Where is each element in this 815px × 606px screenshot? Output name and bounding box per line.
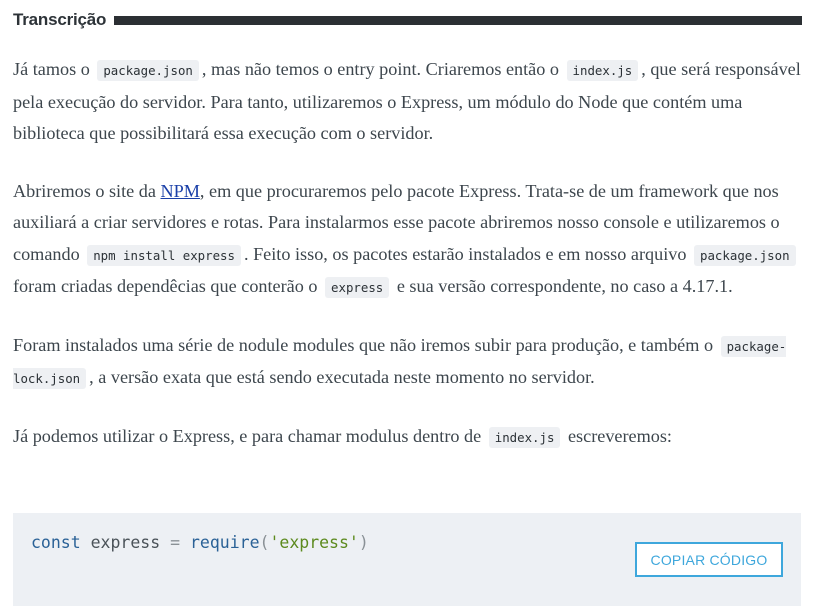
text: Já tamos o bbox=[13, 59, 90, 79]
code-operator: = bbox=[170, 533, 181, 552]
text: , mas não temos o entry point. Criaremos… bbox=[201, 59, 559, 79]
inline-code: package.json bbox=[694, 244, 796, 266]
paragraph-4: Já podemos utilizar o Express, e para ch… bbox=[13, 421, 803, 454]
inline-code: index.js bbox=[488, 426, 561, 448]
code-line: const express = require('express') bbox=[31, 533, 369, 552]
transcript-content: Já tamos o package.json, mas não temos o… bbox=[13, 54, 803, 479]
code-function: require bbox=[189, 533, 260, 552]
header-divider-bar bbox=[114, 15, 802, 25]
code-keyword: const bbox=[31, 533, 81, 552]
code-paren-open: ( bbox=[259, 533, 270, 552]
code-identifier: express bbox=[90, 533, 161, 552]
inline-code: express bbox=[325, 277, 390, 298]
text: escreveremos: bbox=[567, 425, 672, 446]
inline-code: package.json bbox=[97, 60, 199, 81]
paragraph-1: Já tamos o package.json, mas não temos o… bbox=[13, 54, 803, 150]
code-block: const express = require('express') COPIA… bbox=[13, 513, 801, 606]
copy-code-button[interactable]: COPIAR CÓDIGO bbox=[635, 542, 783, 577]
npm-link[interactable]: NPM bbox=[161, 181, 200, 201]
paragraph-2: Abriremos o site da NPM, em que procurar… bbox=[13, 176, 803, 304]
inline-code: npm install express bbox=[87, 244, 241, 266]
text: , a versão exata que está sendo executad… bbox=[89, 367, 595, 387]
section-header: Transcrição bbox=[13, 8, 802, 32]
text: e sua versão correspondente, no caso a 4… bbox=[396, 276, 733, 296]
text: Abriremos o site da bbox=[13, 180, 161, 201]
text: Já podemos utilizar o Express, e para ch… bbox=[13, 425, 482, 446]
text: foram criadas dependêcias que conterão o bbox=[13, 276, 318, 296]
inline-code: index.js bbox=[566, 60, 639, 81]
paragraph-3: Foram instalados uma série de nodule mod… bbox=[13, 330, 803, 395]
section-title: Transcrição bbox=[13, 10, 107, 29]
text: Foram instalados uma série de nodule mod… bbox=[13, 334, 714, 355]
text: . Feito isso, os pacotes estarão instala… bbox=[243, 243, 687, 264]
code-paren-close: ) bbox=[358, 533, 369, 552]
code-string: 'express' bbox=[269, 533, 359, 552]
